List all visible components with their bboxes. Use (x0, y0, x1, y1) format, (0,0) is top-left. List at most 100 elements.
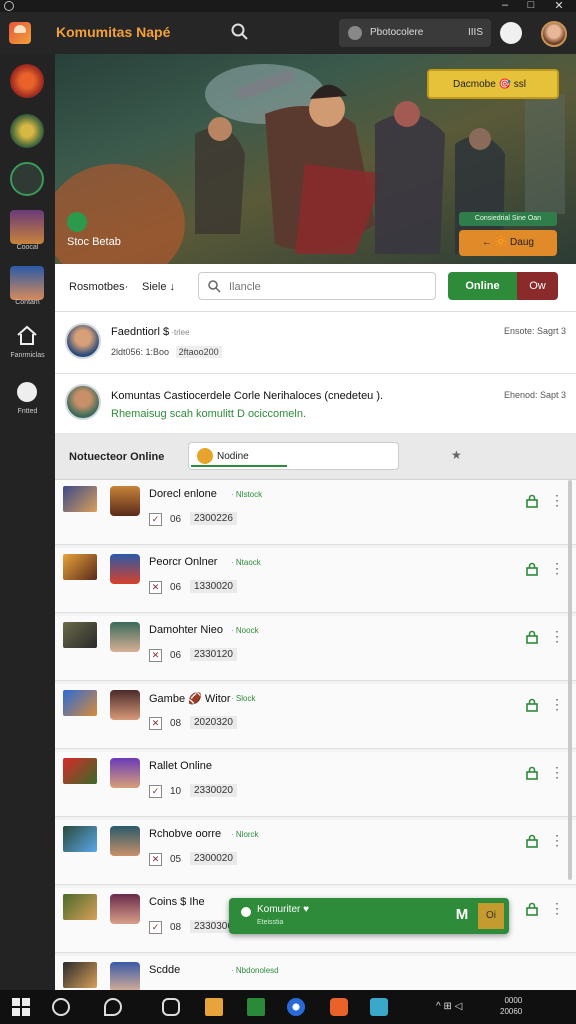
avatar[interactable] (110, 758, 140, 788)
avatar[interactable] (110, 962, 140, 990)
home-icon[interactable] (15, 324, 39, 346)
close-button[interactable]: ✕ (550, 0, 568, 12)
user-avatar[interactable] (541, 21, 567, 47)
lock-icon[interactable] (525, 766, 539, 780)
event-badge[interactable]: Dacmobe 🎯 ssl (427, 69, 559, 99)
more-options-icon[interactable]: ⋮ (550, 628, 564, 645)
browser-icon[interactable] (287, 998, 305, 1016)
app-title: Komumitas Napé (56, 24, 171, 40)
mail-button[interactable]: M (451, 906, 473, 926)
member-checkbox[interactable]: ✕ (149, 717, 162, 730)
chat-bubble-icon[interactable] (104, 998, 122, 1016)
avatar[interactable] (110, 622, 140, 652)
offline-toggle-button[interactable]: Ow (517, 272, 558, 300)
app-window: – □ ✕ Komumitas Napé Pbotocolere IIIS Co… (0, 0, 576, 1024)
feed-item[interactable]: Komuntas Castiocerdele Corle Nerihaloces… (55, 374, 576, 434)
member-checkbox[interactable]: ✕ (149, 581, 162, 594)
member-level: 06 (170, 582, 182, 593)
account-number: IIIS (467, 27, 483, 38)
member-row[interactable]: Rchobve oorre · Nlorck ✕ 05 2300020 ⋮ (55, 820, 576, 885)
lock-icon[interactable] (525, 562, 539, 576)
game-thumbnail (63, 758, 97, 784)
member-level: 06 (170, 650, 182, 661)
account-selector[interactable]: Pbotocolere IIIS (339, 19, 491, 47)
feed-time: Ensote: Sagrt 3 (503, 326, 566, 336)
lock-icon[interactable] (525, 494, 539, 508)
app-logo-icon[interactable] (9, 22, 31, 44)
scrollbar[interactable] (568, 480, 572, 880)
search-field[interactable] (198, 272, 436, 300)
tab-members[interactable]: Rosmotbes· (69, 281, 128, 293)
search-icon[interactable] (52, 998, 70, 1016)
game-launcher-icon[interactable] (330, 998, 348, 1016)
member-checkbox[interactable]: ✓ (149, 513, 162, 526)
more-options-icon[interactable]: ⋮ (550, 832, 564, 849)
clock[interactable]: 0000 20060 (500, 995, 522, 1017)
avatar[interactable] (110, 690, 140, 720)
server-status-badge: Consiedrial Sine Oan (459, 212, 557, 226)
search-icon[interactable] (230, 22, 250, 42)
tab-sort[interactable]: Siele ↓ (142, 281, 175, 293)
warrior-avatar[interactable] (10, 210, 44, 244)
member-checkbox[interactable]: ✓ (149, 785, 162, 798)
member-row[interactable]: Rallet Online ✓ 10 2330020 ⋮ (55, 752, 576, 817)
mage-avatar[interactable] (10, 266, 44, 300)
trophy-icon (197, 448, 213, 464)
member-name: Scdde (149, 964, 181, 976)
chat-popup[interactable]: Komuriter ♥ Eteisstia M Oi (229, 898, 509, 934)
minimize-button[interactable]: – (496, 0, 514, 11)
sidebar-item-label: Fanrmiclas (10, 352, 45, 359)
online-toggle-button[interactable]: Online (448, 272, 517, 300)
app-header: Komumitas Napé Pbotocolere IIIS (0, 12, 576, 54)
avatar[interactable] (110, 894, 140, 924)
hero-play-button[interactable]: ← 🔆 Daug (459, 230, 557, 256)
member-checkbox[interactable]: ✓ (149, 921, 162, 934)
settings-icon[interactable] (4, 1, 14, 11)
more-options-icon[interactable]: ⋮ (550, 492, 564, 509)
avatar[interactable] (110, 486, 140, 516)
member-row[interactable]: Scdde · Nbdonolesd (55, 956, 576, 990)
member-row[interactable]: Dorecl enlone · Nlstock ✓ 06 2300226 ⋮ (55, 480, 576, 545)
search-icon (208, 280, 221, 293)
task-view-icon[interactable] (162, 998, 180, 1016)
file-explorer-icon[interactable] (205, 998, 223, 1016)
more-options-icon[interactable]: ⋮ (550, 764, 564, 781)
feed-item[interactable]: Faedntiorl $ ·trlee 2ldt056: 1:Boo 2ftao… (55, 312, 576, 374)
more-options-icon[interactable]: ⋮ (550, 900, 564, 917)
avatar[interactable] (110, 826, 140, 856)
member-level: 10 (170, 786, 182, 797)
hero-class-icon[interactable] (10, 114, 44, 148)
status-toggle[interactable]: Online Ow (448, 272, 558, 300)
notification-icon[interactable] (500, 22, 522, 44)
hero-banner[interactable]: Dacmobe 🎯 ssl Consiedrial Sine Oan ← 🔆 D… (55, 54, 576, 264)
maximize-button[interactable]: □ (522, 0, 540, 11)
filter-underline (191, 465, 287, 467)
lock-icon[interactable] (525, 698, 539, 712)
lock-icon[interactable] (525, 630, 539, 644)
member-status: · Ntaock (231, 558, 261, 567)
avatar[interactable] (110, 554, 140, 584)
member-row[interactable]: Gambe 🏈 Witor · Slock ✕ 08 2020320 ⋮ (55, 684, 576, 749)
store-icon[interactable] (370, 998, 388, 1016)
member-checkbox[interactable]: ✕ (149, 853, 162, 866)
status-filter[interactable]: Nodine (188, 442, 399, 470)
more-options-icon[interactable]: ⋮ (550, 560, 564, 577)
options-button[interactable]: Oi (478, 903, 504, 929)
help-icon[interactable] (17, 382, 37, 402)
member-checkbox[interactable]: ✕ (149, 649, 162, 662)
game-logo-icon[interactable] (10, 64, 44, 98)
more-options-icon[interactable]: ⋮ (550, 696, 564, 713)
app-icon[interactable] (247, 998, 265, 1016)
lock-icon[interactable] (525, 834, 539, 848)
member-id: 2300226 (190, 512, 237, 525)
search-input[interactable] (229, 277, 429, 297)
refresh-icon[interactable] (10, 162, 44, 196)
member-row[interactable]: Damohter Nieo · Noock ✕ 06 2330120 ⋮ (55, 616, 576, 681)
lock-icon[interactable] (525, 902, 539, 916)
feed-title: Komuntas Castiocerdele Corle Nerihaloces… (111, 390, 384, 402)
member-row[interactable]: Peorcr Onlner · Ntaock ✕ 06 1330020 ⋮ (55, 548, 576, 613)
system-tray[interactable]: ^ ⊞ ◁ (436, 1001, 462, 1012)
start-icon[interactable] (12, 998, 30, 1016)
star-icon[interactable]: ★ (451, 448, 462, 462)
game-thumbnail (63, 962, 97, 988)
